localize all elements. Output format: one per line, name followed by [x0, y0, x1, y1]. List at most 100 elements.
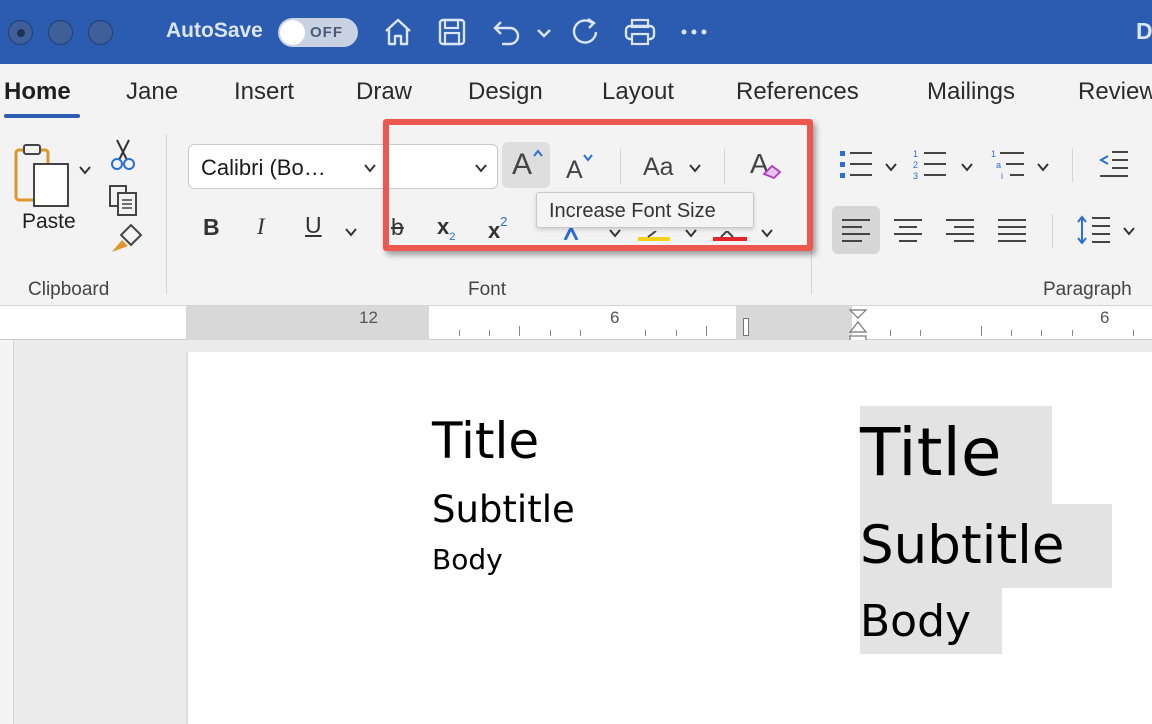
- redo-icon[interactable]: [568, 14, 604, 50]
- paste-label[interactable]: Paste: [22, 210, 76, 234]
- numbering-icon[interactable]: 123: [912, 148, 948, 182]
- align-left-button[interactable]: [832, 206, 880, 254]
- italic-button[interactable]: I: [257, 214, 265, 240]
- ruler-tick: [1133, 330, 1134, 336]
- print-icon[interactable]: [622, 14, 658, 50]
- right-subtitle-text[interactable]: Subtitle: [860, 515, 1065, 576]
- ruler-tick: [1041, 330, 1042, 336]
- underline-button[interactable]: U: [305, 212, 322, 239]
- bold-button[interactable]: B: [203, 214, 220, 241]
- undo-icon[interactable]: [488, 14, 524, 50]
- format-painter-icon[interactable]: [108, 223, 143, 256]
- copy-icon[interactable]: [106, 182, 142, 218]
- paste-icon[interactable]: [12, 142, 74, 212]
- tab-draw[interactable]: Draw: [356, 78, 412, 106]
- column-marker-handle[interactable]: [743, 318, 749, 336]
- tab-references[interactable]: References: [736, 78, 859, 106]
- ruler-tick: [645, 330, 646, 336]
- close-window-button[interactable]: [8, 20, 33, 45]
- ruler-column-gap: [736, 306, 852, 340]
- highlight-annotation-box: [383, 119, 813, 251]
- ruler-tick: [489, 330, 490, 336]
- ruler-label: 6: [1100, 308, 1110, 327]
- left-body-text[interactable]: Body: [432, 543, 503, 576]
- ruler-tick: [459, 330, 460, 336]
- toggle-knob: [280, 20, 305, 45]
- line-spacing-chevron-icon[interactable]: [1122, 224, 1136, 238]
- multilevel-list-icon[interactable]: 1ai: [990, 148, 1026, 182]
- more-icon[interactable]: [676, 14, 712, 50]
- cut-icon[interactable]: [108, 136, 138, 172]
- decrease-indent-icon[interactable]: [1098, 150, 1130, 180]
- font-name-select[interactable]: Calibri (Bo…: [188, 144, 388, 189]
- paragraph-divider: [1072, 148, 1073, 182]
- ruler-tick: [580, 330, 581, 336]
- align-left-icon: [842, 219, 870, 242]
- tab-review[interactable]: Review: [1078, 78, 1152, 106]
- active-tab-indicator: [4, 114, 80, 118]
- svg-text:1: 1: [913, 149, 918, 159]
- ruler-label: 6: [610, 308, 620, 327]
- clipboard-group-label: Clipboard: [28, 279, 110, 300]
- font-name-chevron-icon: [363, 161, 377, 175]
- bullets-icon[interactable]: [838, 148, 874, 182]
- align-right-icon[interactable]: [944, 218, 976, 244]
- font-group-label: Font: [468, 279, 507, 300]
- tab-layout[interactable]: Layout: [602, 78, 674, 106]
- autosave-toggle[interactable]: OFF: [278, 18, 358, 47]
- numbering-chevron-icon[interactable]: [960, 160, 974, 174]
- tab-jane[interactable]: Jane: [126, 78, 178, 106]
- align-center-icon[interactable]: [892, 218, 924, 244]
- document-title: D: [1136, 18, 1152, 44]
- zoom-window-button[interactable]: [88, 20, 113, 45]
- tooltip-text: Increase Font Size: [549, 200, 716, 222]
- font-name-value: Calibri (Bo…: [201, 155, 326, 180]
- increase-font-size-tooltip: Increase Font Size: [536, 192, 754, 228]
- ribbon-tabs: Home Jane Insert Draw Design Layout Refe…: [0, 64, 1152, 126]
- tab-design[interactable]: Design: [468, 78, 543, 106]
- multilevel-chevron-icon[interactable]: [1036, 160, 1050, 174]
- paragraph-group-label: Paragraph: [1043, 279, 1132, 300]
- autosave-label: AutoSave: [166, 19, 263, 42]
- ruler-tick: [1072, 330, 1073, 336]
- ruler-tick: [1011, 330, 1012, 336]
- paste-dropdown-chevron-icon[interactable]: [78, 163, 92, 177]
- justify-icon[interactable]: [996, 218, 1028, 244]
- bullets-chevron-icon[interactable]: [884, 160, 898, 174]
- title-bar: AutoSave OFF D: [0, 0, 1152, 64]
- horizontal-ruler[interactable]: 12 6 6: [0, 306, 1152, 347]
- ruler-tick: [676, 330, 677, 336]
- svg-text:i: i: [1001, 171, 1003, 181]
- ruler-tick: [920, 330, 921, 336]
- svg-text:1: 1: [991, 149, 996, 159]
- save-icon[interactable]: [434, 14, 470, 50]
- ruler-tick: [981, 326, 982, 336]
- right-body-text[interactable]: Body: [860, 596, 971, 647]
- ruler-left-margin: [186, 306, 429, 340]
- paragraph-divider-2: [1052, 214, 1053, 248]
- svg-text:a: a: [996, 160, 1001, 170]
- tab-home[interactable]: Home: [4, 78, 71, 106]
- left-subtitle-text[interactable]: Subtitle: [432, 488, 575, 531]
- home-icon[interactable]: [380, 14, 416, 50]
- word-window: AutoSave OFF D Home Jane Insert Draw Des…: [0, 0, 1152, 724]
- ruler-tick: [519, 326, 520, 336]
- undo-dropdown-chevron-icon[interactable]: [532, 14, 556, 50]
- underline-chevron-icon[interactable]: [344, 225, 358, 239]
- right-title-text[interactable]: Title: [860, 414, 1001, 491]
- svg-text:2: 2: [913, 160, 918, 170]
- page-left-margin: [26, 352, 188, 724]
- vertical-ruler: [0, 340, 14, 724]
- tab-insert[interactable]: Insert: [234, 78, 294, 106]
- autosave-state: OFF: [310, 24, 343, 41]
- minimize-window-button[interactable]: [48, 20, 73, 45]
- left-title-text[interactable]: Title: [432, 412, 539, 470]
- ruler-tick: [550, 330, 551, 336]
- svg-text:3: 3: [913, 171, 918, 181]
- group-divider: [166, 134, 167, 294]
- ruler-label: 12: [359, 308, 378, 327]
- line-spacing-icon[interactable]: [1076, 214, 1112, 246]
- tab-mailings[interactable]: Mailings: [927, 78, 1015, 106]
- ruler-tick: [890, 330, 891, 336]
- ruler-tick: [706, 326, 707, 336]
